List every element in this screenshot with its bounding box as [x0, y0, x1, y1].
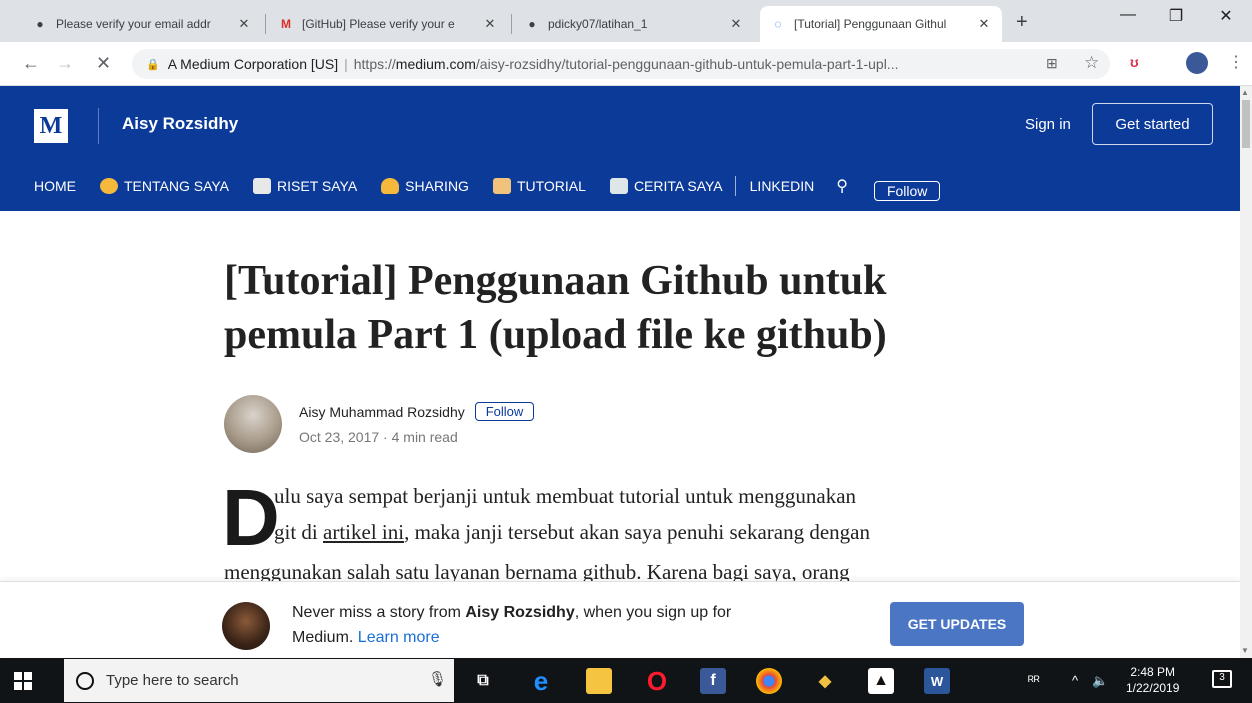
close-tab-icon[interactable]: ✕	[482, 16, 498, 32]
chrome-icon[interactable]	[756, 668, 782, 694]
edge-icon[interactable]: e	[528, 666, 554, 696]
gmail-icon: M	[281, 17, 291, 31]
browser-tab[interactable]: M [GitHub] Please verify your e ✕	[268, 6, 508, 42]
drop-cap: D	[222, 473, 280, 562]
stop-loading-icon[interactable]: ✕	[96, 53, 111, 74]
article-title: [Tutorial] Penggunaan Github untuk pemul…	[224, 258, 887, 358]
smiley-emoji-icon	[100, 178, 118, 194]
word-icon[interactable]: W	[924, 668, 950, 694]
loading-icon: ◌	[774, 17, 782, 31]
browser-toolbar: ← → ✕ 🔒 A Medium Corporation [US] | http…	[0, 42, 1252, 86]
github-icon: ●	[36, 17, 44, 31]
notebook-emoji-icon	[609, 178, 628, 194]
close-tab-icon[interactable]: ✕	[236, 16, 252, 32]
page-scrollbar[interactable]	[1240, 86, 1252, 658]
header-divider	[98, 108, 99, 144]
microphone-icon[interactable]: 🎙	[428, 670, 447, 688]
tray-chevron-icon[interactable]: ^	[1072, 673, 1078, 688]
author-avatar[interactable]	[224, 395, 282, 453]
tab-separator	[511, 14, 512, 34]
close-tab-icon[interactable]: ✕	[976, 16, 992, 32]
back-arrow-icon[interactable]: ←	[22, 53, 40, 74]
facebook-icon[interactable]: f	[700, 668, 726, 694]
menu-item-sharing[interactable]: SHARING	[381, 178, 469, 194]
paragraph-line: git di artikel ini, maka janji tersebut …	[274, 520, 870, 544]
banner-avatar	[222, 602, 270, 650]
cortana-icon	[76, 671, 94, 690]
menu-divider	[734, 176, 736, 196]
task-view-icon[interactable]: ⧉	[470, 668, 496, 694]
banner-message: Never miss a story from Aisy Rozsidhy, w…	[292, 604, 732, 646]
paragraph-line: ulu saya sempat berjanji untuk membuat t…	[274, 484, 857, 508]
menu-item-tutorial[interactable]: TUTORIAL	[492, 178, 586, 194]
maximize-button[interactable]: ❐	[1156, 6, 1196, 26]
pocket-extension-icon[interactable]: ʊ	[1130, 54, 1139, 70]
photos-icon[interactable]: ▲	[868, 668, 894, 694]
menu-item-linkedin[interactable]: LINKEDIN	[750, 178, 815, 194]
forward-arrow-icon[interactable]: →	[56, 53, 74, 74]
menu-item-riset-saya[interactable]: RISET SAYA	[253, 178, 357, 194]
author-row: Aisy Muhammad Rozsidhy Follow	[299, 402, 535, 421]
medium-logo[interactable]: M	[34, 109, 68, 143]
notification-center-icon[interactable]: 3	[1212, 670, 1232, 688]
author-name[interactable]: Aisy Muhammad Rozsidhy	[299, 404, 465, 420]
people-icon[interactable]: ᴿᴿ	[1028, 673, 1040, 688]
windows-start-icon[interactable]	[14, 672, 32, 690]
publication-header: M Aisy Rozsidhy Sign in Get started HOME…	[0, 86, 1240, 211]
scroll-up-icon[interactable]: ▲	[1241, 88, 1249, 97]
address-bar[interactable]: 🔒 A Medium Corporation [US] | https:// m…	[132, 49, 1110, 79]
browser-tab-strip: ● Please verify your email addr ✕ M [Git…	[0, 0, 1252, 42]
browser-tab-active[interactable]: ◌ [Tutorial] Penggunaan Githul ✕	[760, 6, 1002, 42]
menu-item-tentang-saya[interactable]: TENTANG SAYA	[100, 178, 229, 194]
publication-name[interactable]: Aisy Rozsidhy	[122, 114, 238, 134]
browser-tab[interactable]: ● Please verify your email addr ✕	[22, 6, 262, 42]
taskbar-search[interactable]: Type here to search	[64, 659, 454, 702]
file-explorer-icon[interactable]	[586, 668, 612, 694]
git-kraken-icon[interactable]: ◆	[812, 668, 838, 694]
close-tab-icon[interactable]: ✕	[728, 16, 744, 32]
profile-avatar-icon[interactable]	[1186, 52, 1208, 74]
star-bookmark-icon[interactable]: ☆	[1084, 53, 1099, 73]
follow-publication-button[interactable]: Follow	[873, 181, 941, 201]
learn-more-link[interactable]: Learn more	[358, 629, 440, 646]
book-emoji-icon	[253, 178, 272, 194]
heart-hands-emoji-icon	[381, 178, 400, 194]
get-updates-button[interactable]: GET UPDATES	[890, 602, 1024, 646]
tab-separator	[265, 14, 266, 34]
menu-item-home[interactable]: HOME	[34, 178, 76, 194]
follow-author-button[interactable]: Follow	[474, 402, 535, 421]
scroll-down-icon[interactable]: ▼	[1241, 646, 1249, 655]
windows-taskbar: Type here to search 🎙 ⧉ e O f ◆ ▲ W ᴿᴿ ^…	[0, 658, 1252, 703]
minimize-button[interactable]: —	[1108, 6, 1148, 24]
article-meta: Oct 23, 2017 · 4 min read	[299, 429, 458, 445]
opera-icon[interactable]: O	[644, 666, 670, 696]
browser-menu-icon[interactable]: ⋮	[1228, 52, 1244, 72]
signup-banner: Never miss a story from Aisy Rozsidhy, w…	[0, 581, 1240, 657]
close-window-button[interactable]: ✕	[1206, 6, 1246, 26]
search-icon[interactable]: ⚲	[836, 176, 848, 196]
system-clock[interactable]: 2:48 PM 1/22/2019	[1126, 664, 1179, 696]
sign-in-link[interactable]: Sign in	[1025, 116, 1071, 133]
scrollbar-thumb[interactable]	[1242, 100, 1250, 148]
article-link[interactable]: artikel ini	[323, 520, 404, 544]
lock-icon: 🔒	[146, 58, 160, 71]
teacher-emoji-icon	[492, 178, 511, 194]
browser-tab[interactable]: ● pdicky07/latihan_1 ✕	[514, 6, 754, 42]
translate-icon[interactable]: ⊞	[1046, 55, 1058, 72]
new-tab-button[interactable]: +	[1016, 11, 1028, 34]
menu-item-cerita-saya[interactable]: CERITA SAYA	[609, 178, 723, 194]
volume-icon[interactable]: 🔈	[1092, 673, 1108, 689]
publication-menu: HOME TENTANG SAYA RISET SAYA SHARING TUT…	[34, 171, 941, 201]
get-started-button[interactable]: Get started	[1092, 103, 1213, 145]
github-icon: ●	[528, 17, 536, 31]
